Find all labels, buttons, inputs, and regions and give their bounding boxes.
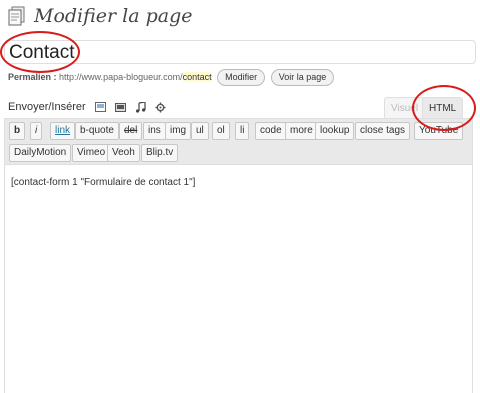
qt-del-button[interactable]: del [119, 122, 143, 140]
qt-link-button[interactable]: link [50, 122, 76, 140]
permalink-label: Permalien : [8, 72, 57, 82]
view-page-button[interactable]: Voir la page [270, 69, 335, 87]
permalink-base-url: http://www.papa-blogueur.com/ [59, 72, 183, 82]
annotation-circle-html-tab [412, 85, 476, 131]
qt-more-button[interactable]: more [285, 122, 318, 140]
upload-insert-label: Envoyer/Insérer [8, 101, 86, 113]
page-header: Modifier la page [0, 0, 480, 34]
pages-icon [8, 6, 25, 26]
qt-dailymotion-button[interactable]: DailyMotion [9, 144, 72, 162]
image-icon[interactable] [94, 101, 106, 113]
page-title: Modifier la page [34, 5, 193, 27]
qt-vimeo-button[interactable]: Vimeo [72, 144, 111, 162]
media-buttons: Envoyer/Insérer [8, 98, 166, 116]
qt-lookup-button[interactable]: lookup [315, 122, 355, 140]
qt-ul-button[interactable]: ul [191, 122, 209, 140]
qt-ins-button[interactable]: ins [143, 122, 166, 140]
qt-li-button[interactable]: li [235, 122, 250, 140]
audio-icon[interactable] [135, 101, 146, 113]
qt-code-button[interactable]: code [255, 122, 287, 140]
qt-blockquote-button[interactable]: b-quote [75, 122, 119, 140]
qt-close-tags-button[interactable]: close tags [355, 122, 411, 140]
qt-bold-button[interactable]: b [9, 122, 26, 140]
editor-content[interactable]: [contact-form 1 "Formulaire de contact 1… [11, 177, 195, 188]
permalink-slug[interactable]: contact [182, 72, 212, 82]
qt-img-button[interactable]: img [165, 122, 192, 140]
qt-veoh-button[interactable]: Veoh [107, 144, 140, 162]
qt-bliptv-button[interactable]: Blip.tv [141, 144, 179, 162]
quicktags-toolbar: b i link b-quote del ins img ul ol li co… [5, 119, 472, 165]
qt-ol-button[interactable]: ol [212, 122, 230, 140]
media-gear-icon[interactable] [155, 102, 166, 113]
video-icon[interactable] [114, 102, 126, 113]
editor-area: b i link b-quote del ins img ul ol li co… [4, 118, 473, 393]
qt-italic-button[interactable]: i [30, 122, 43, 140]
annotation-circle-title [0, 31, 80, 73]
edit-permalink-button[interactable]: Modifier [217, 69, 266, 87]
